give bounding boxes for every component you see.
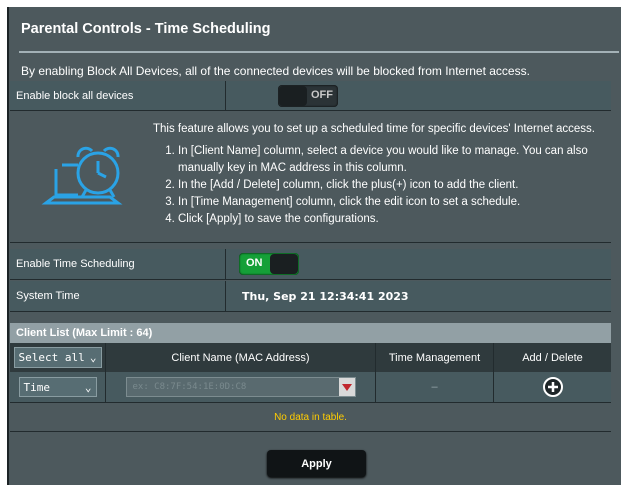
column-client-name: Client Name (MAC Address) — [106, 343, 376, 372]
select-all-dropdown[interactable]: Select all ⌄ — [13, 347, 102, 368]
toggle-state-text: OFF — [311, 88, 333, 101]
chevron-down-icon: ⌄ — [89, 351, 97, 364]
time-management-value: – — [376, 372, 494, 402]
mac-placeholder: ex: C8:7F:54:1E:0D:C8 — [132, 382, 247, 392]
page-description: By enabling Block All Devices, all of th… — [21, 64, 530, 78]
mode-dropdown[interactable]: Time ⌄ — [18, 377, 97, 397]
feature-headline: This feature allows you to set up a sche… — [153, 123, 595, 135]
empty-table-message: No data in table. — [10, 403, 611, 432]
system-time-value: Thu, Sep 21 12:34:41 2023 — [242, 289, 409, 303]
instruction-steps: In [Client Name] column, select a device… — [153, 143, 618, 228]
system-time-value-cell: Thu, Sep 21 12:34:41 2023 — [226, 281, 611, 311]
column-time-management: Time Management — [376, 343, 494, 372]
toggle-knob — [279, 85, 307, 106]
triangle-down-icon — [341, 383, 352, 391]
client-table-header: Select all ⌄ Client Name (MAC Address) T… — [10, 343, 611, 372]
column-add-delete: Add / Delete — [522, 351, 583, 364]
block-all-value: OFF — [226, 81, 611, 110]
time-scheduling-toggle[interactable]: ON — [239, 253, 299, 275]
instruction-step: In [Time Management] column, click the e… — [178, 194, 618, 211]
system-time-label: System Time — [10, 281, 226, 311]
instruction-step: In the [Add / Delete] column, click the … — [178, 177, 618, 194]
select-all-cell: Select all ⌄ — [10, 343, 106, 372]
plus-circle-icon[interactable] — [542, 376, 564, 398]
title-divider — [19, 51, 619, 53]
toggle-knob — [270, 254, 298, 274]
feature-info: This feature allows you to set up a sche… — [10, 115, 611, 243]
apply-button[interactable]: Apply — [267, 450, 366, 477]
instruction-step: Click [Apply] to save the configurations… — [178, 211, 618, 228]
client-dropdown-button[interactable] — [338, 378, 355, 396]
block-all-label: Enable block all devices — [10, 81, 226, 110]
system-time-row: System Time Thu, Sep 21 12:34:41 2023 — [10, 281, 611, 312]
block-all-toggle[interactable]: OFF — [278, 84, 338, 107]
add-cell — [494, 372, 611, 402]
mode-label: Time — [23, 380, 51, 394]
page-title: Parental Controls - Time Scheduling — [21, 21, 271, 37]
client-list-header: Client List (Max Limit : 64) — [10, 323, 611, 343]
time-scheduling-label: Enable Time Scheduling — [10, 249, 226, 279]
mode-cell: Time ⌄ — [10, 372, 106, 402]
clock-laptop-icon — [41, 146, 123, 205]
mac-cell: ex: C8:7F:54:1E:0D:C8 — [106, 372, 376, 402]
toggle-state-text: ON — [246, 257, 263, 269]
select-all-label: Select all — [18, 351, 85, 364]
time-scheduling-value: ON — [226, 249, 611, 279]
client-input-row: Time ⌄ ex: C8:7F:54:1E:0D:C8 – — [10, 372, 611, 403]
time-scheduling-row: Enable Time Scheduling ON — [10, 249, 611, 280]
chevron-down-icon: ⌄ — [84, 380, 92, 394]
instruction-step: In [Client Name] column, select a device… — [178, 143, 618, 177]
block-all-row: Enable block all devices OFF — [10, 81, 611, 111]
mac-address-input[interactable]: ex: C8:7F:54:1E:0D:C8 — [125, 377, 356, 397]
